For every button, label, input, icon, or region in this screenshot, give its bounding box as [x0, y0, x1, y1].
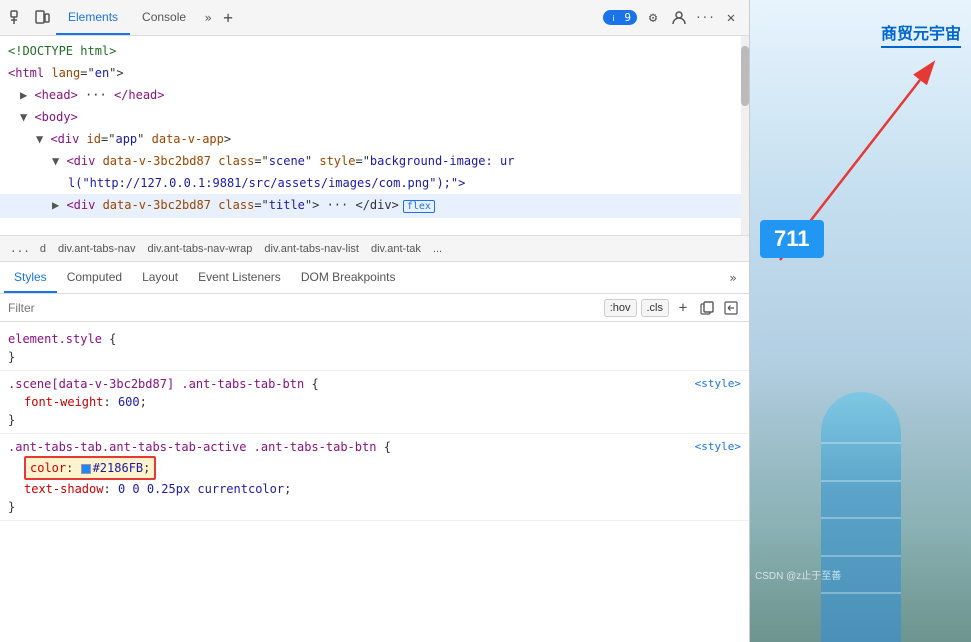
css-selector[interactable]: .ant-tabs-tab.ant-tabs-tab-active .ant-t…: [8, 438, 741, 456]
tree-scrollbar[interactable]: [741, 36, 749, 235]
breadcrumb-item[interactable]: d: [34, 241, 52, 257]
tree-line-selected[interactable]: ▶ <div data-v-3bc2bd87 class="title"> ··…: [0, 194, 749, 218]
building-image: [750, 362, 971, 642]
issue-badge[interactable]: i 9: [603, 10, 637, 25]
css-property[interactable]: font-weight: 600;: [8, 393, 741, 411]
css-rule-close: }: [8, 411, 741, 429]
filter-bar: :hov .cls +: [0, 294, 749, 322]
cls-button[interactable]: .cls: [641, 299, 670, 317]
more-tabs-icon[interactable]: »: [198, 8, 218, 28]
site-header: 商贸元宇宙: [750, 0, 971, 48]
breadcrumb-item[interactable]: div.ant-tabs-nav-list: [258, 241, 365, 257]
back-style-icon[interactable]: [721, 298, 741, 318]
tree-line[interactable]: l("http://127.0.0.1:9881/src/assets/imag…: [0, 172, 749, 194]
filter-input[interactable]: [8, 301, 596, 315]
tree-line[interactable]: <!DOCTYPE html>: [0, 40, 749, 62]
building-shape: [821, 392, 901, 642]
tab-event-listeners[interactable]: Event Listeners: [188, 262, 291, 293]
csdn-watermark: CSDN @z止于至善: [755, 567, 841, 582]
breadcrumb-item[interactable]: div.ant-tabs-nav-wrap: [141, 241, 258, 257]
highlight-box: color: #2186FB;: [24, 456, 156, 480]
styles-panel: Styles Computed Layout Event Listeners D…: [0, 262, 749, 642]
breadcrumb: ... d div.ant-tabs-nav div.ant-tabs-nav-…: [0, 236, 749, 262]
hov-button[interactable]: :hov: [604, 299, 637, 317]
css-rule-active-tab: .ant-tabs-tab.ant-tabs-tab-active .ant-t…: [0, 434, 749, 521]
devtools-panel: Elements Console » + i 9 ⚙ ··· ✕: [0, 0, 750, 642]
breadcrumb-dots[interactable]: ...: [6, 242, 34, 255]
filter-buttons: :hov .cls +: [604, 298, 741, 318]
breadcrumb-item[interactable]: div.ant-tak: [365, 241, 427, 257]
css-rule-close: }: [8, 498, 741, 516]
copy-style-icon[interactable]: [697, 298, 717, 318]
add-style-icon[interactable]: +: [673, 298, 693, 318]
website-panel: 商贸元宇宙 711 CSDN @z止于至善: [750, 0, 971, 642]
profile-icon[interactable]: [669, 8, 689, 28]
tree-line[interactable]: ▶ <head> ··· </head>: [0, 84, 749, 106]
tree-line[interactable]: <html lang="en">: [0, 62, 749, 84]
tab-dom-breakpoints[interactable]: DOM Breakpoints: [291, 262, 406, 293]
tab-computed[interactable]: Computed: [57, 262, 132, 293]
tree-line[interactable]: ▼ <div id="app" data-v-app>: [0, 128, 749, 150]
css-rules: element.style { } .scene[data-v-3bc2bd87…: [0, 322, 749, 642]
tab-console[interactable]: Console: [130, 0, 198, 35]
svg-text:i: i: [613, 14, 615, 23]
breadcrumb-item[interactable]: div.ant-tabs-nav: [52, 241, 141, 257]
tree-line[interactable]: ▼ <div data-v-3bc2bd87 class="scene" sty…: [0, 150, 749, 172]
tab-layout[interactable]: Layout: [132, 262, 188, 293]
css-source[interactable]: <style>: [695, 438, 741, 456]
devtools-tabs: Elements Console » +: [56, 0, 599, 35]
site-title-cn: 商贸元宇宙: [881, 20, 961, 48]
css-selector[interactable]: element.style {: [8, 330, 741, 348]
number-badge: 711: [760, 220, 824, 258]
device-icon[interactable]: [32, 8, 52, 28]
devtools-toolbar: Elements Console » + i 9 ⚙ ··· ✕: [0, 0, 749, 36]
css-selector[interactable]: .scene[data-v-3bc2bd87] .ant-tabs-tab-bt…: [8, 375, 741, 393]
css-property-textshadow[interactable]: text-shadow: 0 0 0.25px currentcolor;: [8, 480, 741, 498]
add-tab-icon[interactable]: +: [218, 8, 238, 28]
html-tree: <!DOCTYPE html> <html lang="en"> ▶ <head…: [0, 36, 749, 236]
color-swatch[interactable]: [81, 464, 91, 474]
css-rule-element-style: element.style { }: [0, 326, 749, 371]
toolbar-right: i 9 ⚙ ··· ✕: [603, 8, 741, 28]
tree-line[interactable]: ▼ <body>: [0, 106, 749, 128]
css-property-color[interactable]: color: #2186FB;: [8, 456, 741, 480]
styles-tabs: Styles Computed Layout Event Listeners D…: [0, 262, 749, 294]
tab-styles[interactable]: Styles: [4, 262, 57, 293]
close-icon[interactable]: ✕: [721, 8, 741, 28]
site-title: 商贸元宇宙: [881, 20, 961, 48]
settings-icon[interactable]: ⚙: [643, 8, 663, 28]
css-source[interactable]: <style>: [695, 375, 741, 393]
tab-elements[interactable]: Elements: [56, 0, 130, 35]
styles-tabs-more[interactable]: »: [721, 266, 745, 290]
breadcrumb-item[interactable]: ...: [427, 241, 448, 257]
css-rule-scene: .scene[data-v-3bc2bd87] .ant-tabs-tab-bt…: [0, 371, 749, 434]
css-rule-close: }: [8, 348, 741, 366]
more-icon[interactable]: ···: [695, 8, 715, 28]
inspect-icon[interactable]: [8, 8, 28, 28]
